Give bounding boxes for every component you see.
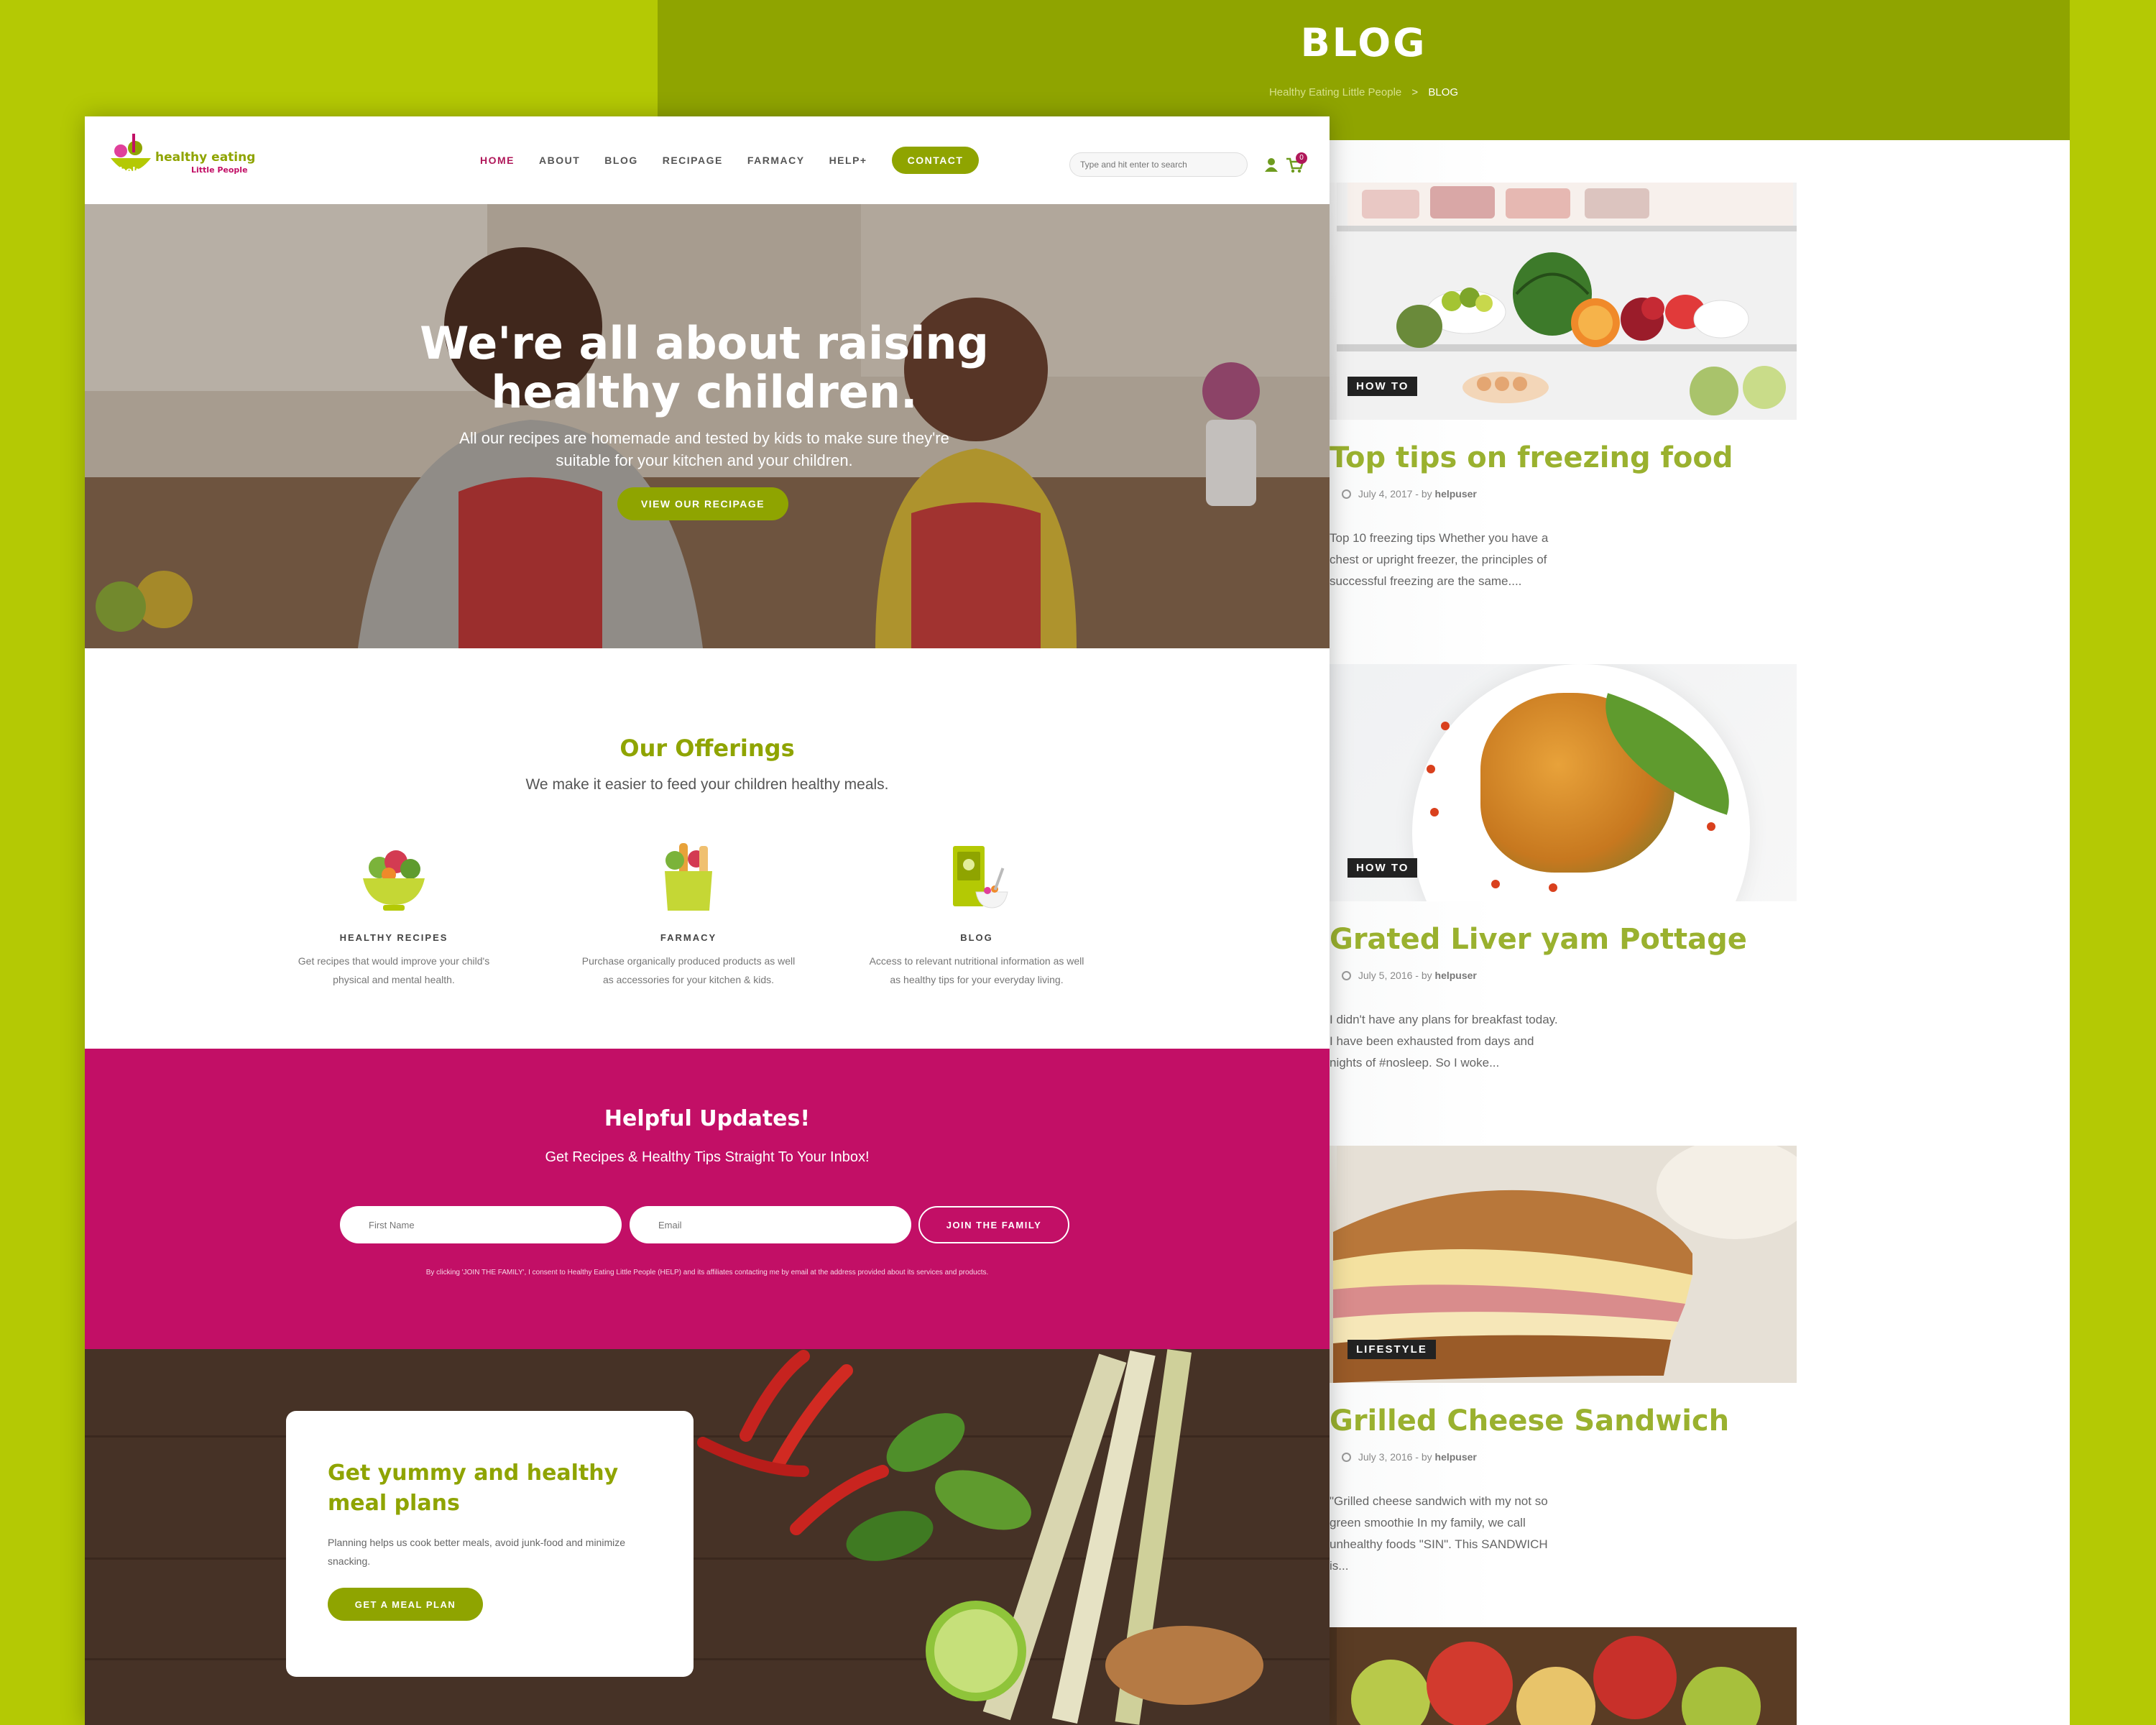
logo-badge-text: help [119, 166, 142, 177]
offering-healthy-recipes[interactable]: HEALTHY RECIPES Get recipes that would i… [282, 839, 505, 989]
post-date: July 3, 2016 [1358, 1451, 1413, 1463]
post-title[interactable]: Grilled Cheese Sandwich [1330, 1404, 1729, 1438]
breadcrumb-current: BLOG [1428, 86, 1459, 98]
post-by: - by [1415, 488, 1432, 500]
cereal-box-icon [953, 846, 1008, 908]
site-logo[interactable]: help healthy eating Little People [105, 132, 270, 190]
mealplan-section: Get yummy and healthy meal plans Plannin… [85, 1349, 1330, 1725]
post-category-tag[interactable]: HOW TO [1348, 377, 1418, 396]
hero-subtitle-line-2: suitable for your kitchen and your child… [556, 451, 853, 469]
hero-section: We're all about raising healthy children… [85, 204, 1330, 648]
post-author[interactable]: helpuser [1435, 970, 1477, 981]
post-by: - by [1415, 970, 1432, 981]
post-meta: July 5, 2016 - by helpuser [1342, 970, 1477, 981]
post-author[interactable]: helpuser [1435, 488, 1477, 500]
logo-subtitle-text: Little People [191, 165, 248, 175]
post-author[interactable]: helpuser [1435, 1451, 1477, 1463]
offering-text: Access to relevant nutritional informati… [869, 955, 1084, 985]
clock-icon [1342, 489, 1351, 499]
breadcrumb: Healthy Eating Little People > BLOG [658, 86, 2070, 98]
newsletter-title: Helpful Updates! [604, 1106, 811, 1131]
offering-text: Purchase organically produced products a… [581, 955, 796, 985]
offering-text: Get recipes that would improve your chil… [298, 955, 490, 985]
mealplan-card: Get yummy and healthy meal plans Plannin… [286, 1411, 694, 1677]
nav-item-about[interactable]: ABOUT [539, 155, 580, 166]
logo-title-text: healthy eating [155, 150, 255, 165]
breadcrumb-separator: > [1411, 86, 1419, 98]
hero-overlay [85, 204, 1330, 648]
post-title[interactable]: Grated Liver yam Pottage [1330, 923, 1747, 956]
mealplan-title: Get yummy and healthy meal plans [328, 1460, 619, 1516]
blog-page-title: BLOG [1300, 20, 1427, 65]
nav-item-blog[interactable]: BLOG [604, 155, 637, 166]
post-meta: July 3, 2016 - by helpuser [1342, 1451, 1477, 1463]
home-page: help healthy eating Little People HOME A… [85, 116, 1330, 1725]
logo-graphic: help healthy eating Little People [111, 134, 255, 177]
mealplan-text: Planning helps us cook better meals, avo… [328, 1537, 626, 1567]
sauce-dot [1549, 883, 1557, 892]
clock-icon [1342, 1453, 1351, 1462]
offering-title: FARMACY [660, 932, 717, 943]
contact-button[interactable]: CONTACT [891, 147, 980, 174]
consent-text: By clicking 'JOIN THE FAMILY', I consent… [425, 1269, 989, 1276]
cart-count-badge: 0 [1296, 152, 1307, 164]
first-name-input[interactable] [340, 1206, 622, 1243]
navbar: help healthy eating Little People HOME A… [85, 116, 1330, 204]
offering-title: BLOG [960, 932, 993, 943]
post-excerpt: "Grilled cheese sandwich with my not so … [1330, 1494, 1548, 1573]
main-nav: HOME ABOUT BLOG RECIPAGE FARMACY HELP+ C… [480, 116, 980, 204]
search-input[interactable] [1069, 152, 1248, 177]
offerings-subtitle: We make it easier to feed your children … [525, 776, 889, 793]
newsletter-section: Helpful Updates! Get Recipes & Healthy T… [85, 1049, 1330, 1349]
sauce-dot [1491, 880, 1500, 888]
post-category-tag[interactable]: HOW TO [1348, 858, 1418, 878]
hero-subtitle-line-1: All our recipes are homemade and tested … [459, 429, 949, 447]
email-input[interactable] [630, 1206, 911, 1243]
sauce-dot [1430, 808, 1439, 816]
salad-bowl-icon [363, 850, 425, 911]
join-the-family-button[interactable]: JOIN THE FAMILY [918, 1206, 1069, 1243]
grocery-bag-icon [665, 843, 712, 911]
offering-blog[interactable]: BLOG Access to relevant nutritional info… [865, 839, 1088, 989]
view-recipage-button[interactable]: VIEW OUR RECIPAGE [617, 487, 788, 520]
post-excerpt: I didn't have any plans for breakfast to… [1330, 1013, 1558, 1070]
offering-farmacy[interactable]: FARMACY Purchase organically produced pr… [577, 839, 800, 989]
post-excerpt: Top 10 freezing tips Whether you have a … [1330, 531, 1549, 588]
hero-subtitle: All our recipes are homemade and tested … [85, 427, 1324, 472]
post-date: July 4, 2017 [1358, 488, 1413, 500]
user-icon[interactable] [1263, 157, 1279, 172]
sauce-dot [1441, 722, 1450, 730]
nav-item-recipage[interactable]: RECIPAGE [663, 155, 723, 166]
newsletter-subtitle: Get Recipes & Healthy Tips Straight To Y… [545, 1149, 870, 1165]
clock-icon [1342, 971, 1351, 980]
sauce-dot [1427, 765, 1435, 773]
post-category-tag[interactable]: LIFESTYLE [1348, 1340, 1436, 1359]
nav-item-farmacy[interactable]: FARMACY [747, 155, 805, 166]
vegetables-photo [85, 1349, 1330, 1725]
sauce-dot [1707, 822, 1715, 831]
hero-title-line-1: We're all about raising [420, 317, 989, 369]
breadcrumb-home-link[interactable]: Healthy Eating Little People [1269, 86, 1401, 98]
nav-item-help[interactable]: HELP+ [829, 155, 867, 166]
post-title[interactable]: Top tips on freezing food [1330, 441, 1733, 474]
get-meal-plan-button[interactable]: GET A MEAL PLAN [328, 1588, 483, 1621]
post-by: - by [1415, 1451, 1432, 1463]
post-meta: July 4, 2017 - by helpuser [1342, 488, 1477, 500]
offerings-section: Our Offerings We make it easier to feed … [85, 648, 1330, 1049]
post-date: July 5, 2016 [1358, 970, 1413, 981]
offering-title: HEALTHY RECIPES [339, 932, 448, 943]
nav-item-home[interactable]: HOME [480, 155, 515, 166]
offerings-title: Our Offerings [619, 735, 795, 762]
hero-title: We're all about raising healthy children… [85, 319, 1324, 417]
hero-title-line-2: healthy children. [491, 366, 918, 418]
